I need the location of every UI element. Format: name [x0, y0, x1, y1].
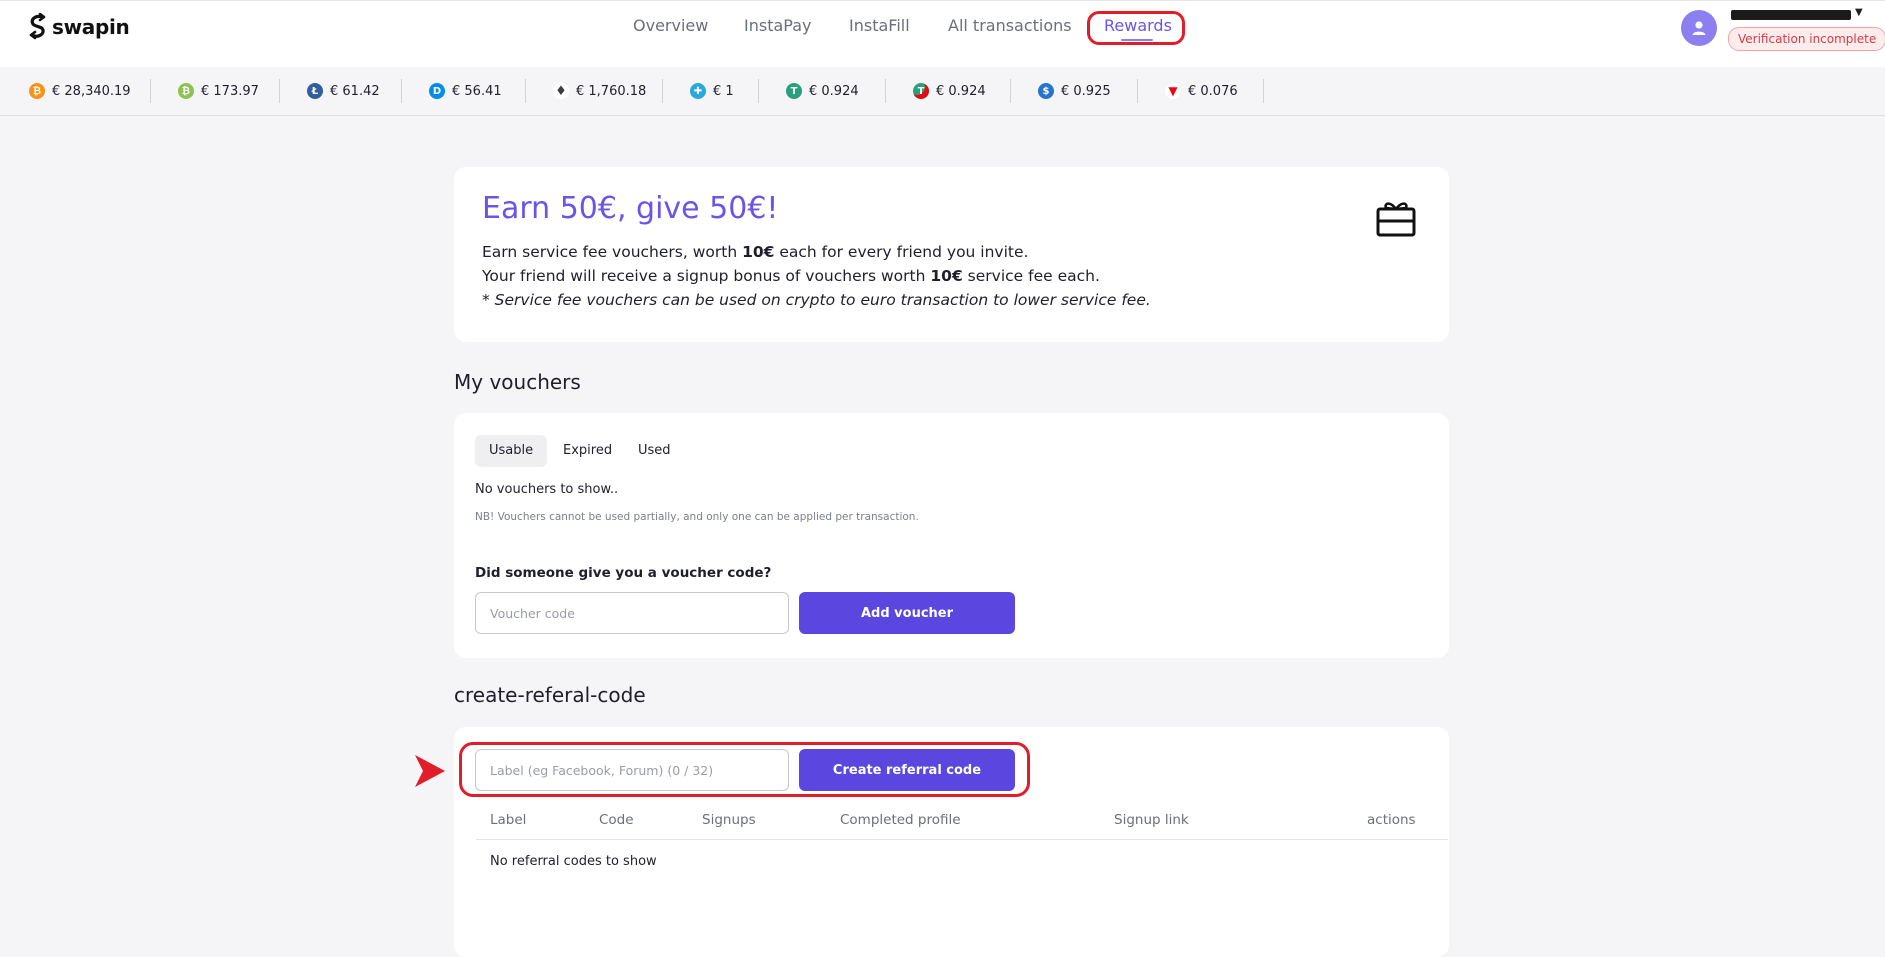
- ticker-price: € 0.925: [1061, 83, 1111, 99]
- promo-title: Earn 50€, give 50€!: [482, 191, 779, 226]
- ticker-price: € 0.924: [809, 83, 859, 99]
- referral-empty-state: No referral codes to show: [490, 854, 657, 869]
- ticker-item: D € 56.41: [429, 81, 502, 101]
- ticker-item: ✚ € 1: [690, 81, 734, 101]
- ticker-item: T € 0.924: [786, 81, 859, 101]
- gift-card-icon: [1376, 202, 1416, 237]
- chevron-down-icon[interactable]: ▼: [1855, 7, 1863, 18]
- main-nav: Overview InstaPay InstaFill All transact…: [0, 16, 1885, 40]
- vouchers-section-title: My vouchers: [454, 370, 581, 394]
- avatar[interactable]: [1681, 10, 1717, 46]
- ticker-divider: [1263, 79, 1264, 103]
- ticker-item: Ł € 61.42: [307, 81, 380, 101]
- dash-icon: D: [429, 83, 445, 99]
- nav-instapay[interactable]: InstaPay: [744, 16, 811, 35]
- redacted-username: [1731, 10, 1851, 20]
- user-icon: [1692, 21, 1706, 35]
- ticker-divider: [1010, 79, 1011, 103]
- referral-section-title: create-referal-code: [454, 683, 646, 707]
- vouchers-card: Usable Expired Used No vouchers to show.…: [454, 413, 1449, 658]
- column-header-signups[interactable]: Signups: [702, 812, 756, 828]
- column-header-actions[interactable]: actions: [1367, 812, 1416, 828]
- promo-footnote: * Service fee vouchers can be used on cr…: [482, 291, 1151, 309]
- ticker-price: € 56.41: [452, 83, 502, 99]
- table-header-divider: [476, 839, 1448, 840]
- promo-line-2: Your friend will receive a signup bonus …: [482, 267, 1100, 285]
- ticker-divider: [150, 79, 151, 103]
- promo-amount: 10€: [742, 243, 775, 261]
- verification-status-badge[interactable]: Verification incomplete: [1728, 27, 1885, 51]
- ticker-divider: [758, 79, 759, 103]
- tab-expired[interactable]: Expired: [549, 435, 626, 467]
- ticker-divider: [525, 79, 526, 103]
- referral-promo-card: Earn 50€, give 50€! Earn service fee vou…: [454, 167, 1449, 342]
- vouchers-empty-state: No vouchers to show..: [475, 482, 619, 497]
- ticker-item: $ € 0.925: [1038, 81, 1111, 101]
- pointer-arrow-icon: [415, 755, 445, 787]
- ticker-item: ▼ € 0.076: [1165, 81, 1238, 101]
- tron-icon: ▼: [1165, 83, 1181, 99]
- ticker-price: € 61.42: [330, 83, 380, 99]
- ticker-price: € 173.97: [201, 83, 259, 99]
- column-header-completed-profile[interactable]: Completed profile: [840, 812, 961, 828]
- promo-text: service fee each.: [962, 267, 1100, 285]
- ticker-price: € 1: [713, 83, 734, 99]
- usdc-plus-icon: ✚: [690, 83, 706, 99]
- ticker-item: ♦ € 1,760.18: [553, 81, 646, 101]
- column-header-signup-link[interactable]: Signup link: [1114, 812, 1189, 828]
- promo-amount: 10€: [930, 267, 963, 285]
- ticker-item: ₿ € 173.97: [178, 81, 259, 101]
- ticker-divider: [1137, 79, 1138, 103]
- voucher-code-question: Did someone give you a voucher code?: [475, 565, 772, 581]
- tab-usable[interactable]: Usable: [475, 435, 548, 467]
- nav-instafill[interactable]: InstaFill: [849, 16, 910, 35]
- ticker-price: € 0.924: [936, 83, 986, 99]
- ticker-item: T € 0.924: [913, 81, 986, 101]
- rewards-highlight-annotation: [1087, 11, 1185, 45]
- litecoin-icon: Ł: [307, 83, 323, 99]
- bitcoin-icon: ₿: [29, 83, 45, 99]
- promo-text: Your friend will receive a signup bonus …: [482, 267, 931, 285]
- tab-used[interactable]: Used: [624, 435, 685, 467]
- price-ticker: ₿ € 28,340.19 ₿ € 173.97 Ł € 61.42 D € 5…: [0, 67, 1885, 116]
- ticker-divider: [885, 79, 886, 103]
- nav-overview[interactable]: Overview: [633, 16, 708, 35]
- nav-all-transactions[interactable]: All transactions: [948, 16, 1072, 35]
- ticker-item: ₿ € 28,340.19: [29, 81, 131, 101]
- tether-tron-icon: T: [913, 83, 929, 99]
- column-header-label[interactable]: Label: [490, 812, 526, 828]
- tether-icon: T: [786, 83, 802, 99]
- column-header-code[interactable]: Code: [599, 812, 634, 828]
- bitcoin-cash-icon: ₿: [178, 83, 194, 99]
- usd-coin-icon: $: [1038, 83, 1054, 99]
- vouchers-note: NB! Vouchers cannot be used partially, a…: [475, 511, 919, 523]
- ticker-divider: [401, 79, 402, 103]
- promo-line-1: Earn service fee vouchers, worth 10€ eac…: [482, 243, 1028, 261]
- ticker-price: € 1,760.18: [576, 83, 647, 99]
- ticker-price: € 28,340.19: [52, 83, 131, 99]
- referral-form-highlight-annotation: [459, 742, 1030, 797]
- top-bar: swapin Overview InstaPay InstaFill All t…: [0, 0, 1885, 68]
- add-voucher-button[interactable]: Add voucher: [799, 592, 1015, 634]
- ticker-divider: [662, 79, 663, 103]
- ticker-divider: [279, 79, 280, 103]
- promo-text: Earn service fee vouchers, worth: [482, 243, 743, 261]
- ethereum-icon: ♦: [553, 83, 569, 99]
- voucher-code-input[interactable]: [475, 592, 789, 634]
- promo-text: each for every friend you invite.: [774, 243, 1029, 261]
- ticker-price: € 0.076: [1188, 83, 1238, 99]
